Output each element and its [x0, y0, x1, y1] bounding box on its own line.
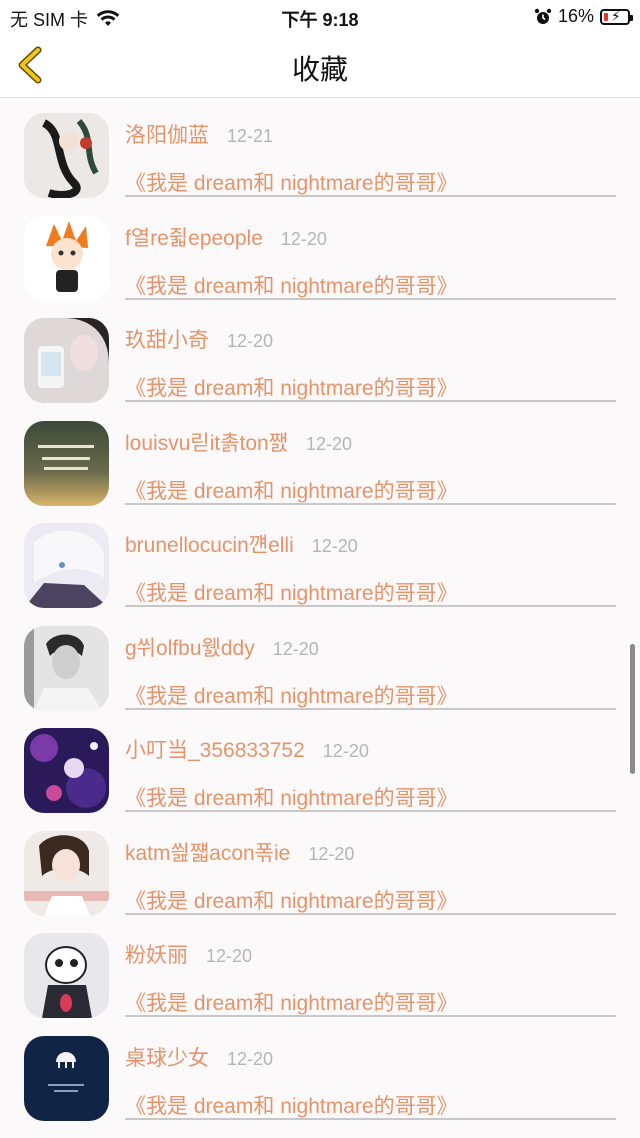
nav-bar: 收藏 — [0, 32, 640, 98]
date: 12-20 — [306, 433, 353, 454]
article-title[interactable]: 《我是 dream和 nightmare的哥哥》 — [125, 1090, 616, 1120]
list-item[interactable]: louisvu릳it촑ton쨄 12-20 《我是 dream和 nightma… — [0, 407, 640, 510]
favorites-list: 洛阳伽蓝 12-21 《我是 dream和 nightmare的哥哥》 f열re… — [0, 99, 640, 1124]
name-row: 玖甜小奇 12-20 — [125, 324, 273, 354]
user-name[interactable]: katm씚쨻acon폮ie — [125, 837, 290, 867]
user-name[interactable]: 粉妖丽 — [125, 939, 188, 969]
name-row: 粉妖丽 12-20 — [125, 939, 252, 969]
avatar[interactable] — [24, 830, 109, 916]
date: 12-20 — [308, 843, 355, 864]
article-title[interactable]: 《我是 dream和 nightmare的哥哥》 — [125, 782, 616, 812]
list-item[interactable]: katm씚쨻acon폮ie 12-20 《我是 dream和 nightmare… — [0, 817, 640, 920]
article-title[interactable]: 《我是 dream和 nightmare的哥哥》 — [125, 577, 616, 607]
avatar[interactable] — [24, 1035, 109, 1121]
user-name[interactable]: g쒸olfbu웴ddy — [125, 632, 255, 662]
user-name[interactable]: 桌球少女 — [125, 1042, 209, 1072]
name-row: katm씚쨻acon폮ie 12-20 — [125, 837, 354, 867]
name-row: 洛阳伽蓝 12-21 — [125, 119, 273, 149]
avatar[interactable] — [24, 523, 109, 608]
avatar[interactable] — [24, 728, 109, 813]
avatar[interactable] — [24, 625, 109, 711]
date: 12-20 — [227, 1048, 274, 1069]
status-right: 16% ⚡ — [534, 6, 633, 27]
date: 12-20 — [322, 741, 369, 761]
article-title[interactable]: 《我是 dream和 nightmare的哥哥》 — [125, 270, 616, 300]
user-name[interactable]: louisvu릳it촑ton쨄 — [125, 427, 288, 457]
list-item[interactable]: 粉妖丽 12-20 《我是 dream和 nightmare的哥哥》 — [0, 919, 640, 1022]
name-row: brunellocucin꺤elli 12-20 — [125, 529, 358, 559]
scrollbar[interactable] — [630, 644, 635, 774]
article-title[interactable]: 《我是 dream和 nightmare的哥哥》 — [125, 680, 616, 710]
user-name[interactable]: 小叮当_356833752 — [125, 734, 305, 764]
date: 12-20 — [206, 946, 253, 966]
article-title[interactable]: 《我是 dream和 nightmare的哥哥》 — [125, 167, 616, 197]
list-item[interactable]: 小叮当_356833752 12-20 《我是 dream和 nightmare… — [0, 714, 640, 817]
user-name[interactable]: f열re쥛epeople — [125, 222, 263, 252]
avatar[interactable] — [24, 113, 109, 198]
avatar[interactable] — [24, 318, 109, 403]
alarm-icon — [534, 8, 552, 24]
name-row: 小叮当_356833752 12-20 — [125, 734, 369, 764]
list-item[interactable]: g쒸olfbu웴ddy 12-20 《我是 dream和 nightmare的哥… — [0, 612, 640, 715]
user-name[interactable]: 玖甜小奇 — [125, 324, 209, 354]
name-row: f열re쥛epeople 12-20 — [125, 222, 327, 252]
name-row: g쒸olfbu웴ddy 12-20 — [125, 632, 319, 662]
date: 12-20 — [280, 228, 327, 249]
avatar[interactable] — [24, 215, 109, 301]
page-title: 收藏 — [291, 54, 348, 85]
user-name[interactable]: 洛阳伽蓝 — [125, 119, 209, 149]
article-title[interactable]: 《我是 dream和 nightmare的哥哥》 — [125, 475, 616, 505]
list-item[interactable]: f열re쥛epeople 12-20 《我是 dream和 nightmare的… — [0, 202, 640, 305]
avatar[interactable] — [24, 933, 109, 1018]
article-title[interactable]: 《我是 dream和 nightmare的哥哥》 — [125, 987, 616, 1017]
user-name[interactable]: brunellocucin꺤elli — [125, 529, 294, 559]
list-item[interactable]: 洛阳伽蓝 12-21 《我是 dream和 nightmare的哥哥》 — [0, 99, 640, 202]
name-row: 桌球少女 12-20 — [125, 1042, 273, 1072]
list-item[interactable]: brunellocucin꺤elli 12-20 《我是 dream和 nigh… — [0, 509, 640, 612]
battery-icon: ⚡ — [600, 8, 633, 25]
date: 12-20 — [311, 536, 358, 556]
date: 12-20 — [227, 331, 274, 351]
article-title[interactable]: 《我是 dream和 nightmare的哥哥》 — [125, 885, 616, 915]
list-item[interactable]: 玖甜小奇 12-20 《我是 dream和 nightmare的哥哥》 — [0, 304, 640, 407]
avatar[interactable] — [24, 420, 109, 506]
list-item[interactable]: 桌球少女 12-20 《我是 dream和 nightmare的哥哥》 — [0, 1022, 640, 1125]
status-bar: 无 SIM 卡 下午 9:18 16% ⚡ — [0, 0, 640, 32]
name-row: louisvu릳it촑ton쨄 12-20 — [125, 427, 352, 457]
battery-percent: 16% — [557, 6, 594, 26]
article-title[interactable]: 《我是 dream和 nightmare的哥哥》 — [125, 372, 616, 402]
date: 12-20 — [272, 638, 319, 659]
date: 12-21 — [227, 126, 274, 146]
